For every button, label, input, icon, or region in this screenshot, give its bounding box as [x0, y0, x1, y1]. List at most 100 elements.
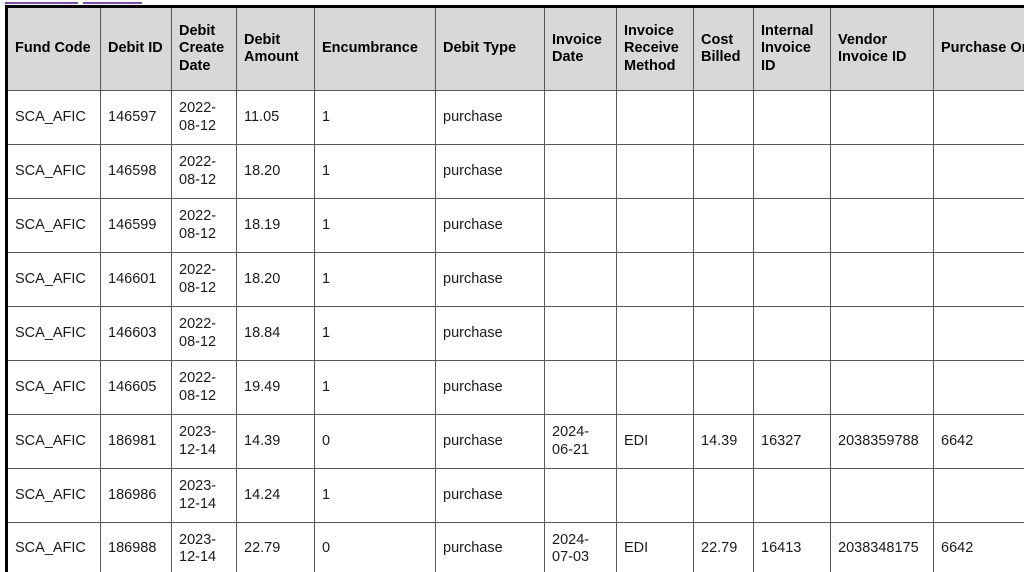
- cell-invoice-date: 2024-07-03: [544, 522, 617, 572]
- cell-debit-type: purchase: [435, 252, 545, 307]
- link-underline-segment-1[interactable]: [5, 2, 78, 4]
- debit-records-table: Fund Code Debit ID Debit Create Date Debit …: [5, 5, 1024, 572]
- cell-debit-amount: 22.79: [236, 522, 315, 572]
- table-row[interactable]: SCA_AFIC 146601 2022-08-12 18.20 1 purchase: [6, 252, 1024, 307]
- cell-fund-code: SCA_AFIC: [6, 252, 101, 307]
- cell-cost-billed: [693, 252, 754, 307]
- cell-encumbrance: 1: [314, 90, 436, 145]
- table-viewport: Fund Code Debit ID Debit Create Date Debit …: [5, 5, 1024, 572]
- cell-invoice-receive-method: [616, 144, 694, 199]
- cell-purchase-order-id: [933, 468, 1024, 523]
- cell-invoice-date: [544, 468, 617, 523]
- cell-invoice-date: [544, 144, 617, 199]
- cell-debit-id: 186986: [100, 468, 172, 523]
- cell-fund-code: SCA_AFIC: [6, 144, 101, 199]
- cell-vendor-invoice-id: [830, 360, 934, 415]
- cell-invoice-date: [544, 252, 617, 307]
- column-header-debit-id[interactable]: Debit ID: [100, 6, 172, 91]
- cell-purchase-order-id: 6642: [933, 414, 1024, 469]
- cell-debit-type: purchase: [435, 360, 545, 415]
- cell-encumbrance: 1: [314, 306, 436, 361]
- cell-invoice-receive-method: [616, 252, 694, 307]
- cell-debit-create-date: 2022-08-12: [171, 360, 237, 415]
- cell-debit-create-date: 2022-08-12: [171, 306, 237, 361]
- cell-debit-type: purchase: [435, 468, 545, 523]
- cell-debit-amount: 14.39: [236, 414, 315, 469]
- cell-encumbrance: 1: [314, 252, 436, 307]
- link-underline-segment-2[interactable]: [83, 2, 142, 4]
- cell-internal-invoice-id: [753, 306, 831, 361]
- table-row[interactable]: SCA_AFIC 146599 2022-08-12 18.19 1 purchase: [6, 198, 1024, 253]
- cell-invoice-date: [544, 360, 617, 415]
- cell-vendor-invoice-id: [830, 252, 934, 307]
- cell-purchase-order-id: [933, 144, 1024, 199]
- cell-encumbrance: 1: [314, 144, 436, 199]
- cell-purchase-order-id: 6642: [933, 522, 1024, 572]
- column-header-debit-type[interactable]: Debit Type: [435, 6, 545, 91]
- cell-purchase-order-id: [933, 198, 1024, 253]
- cell-cost-billed: [693, 468, 754, 523]
- column-header-invoice-date[interactable]: Invoice Date: [544, 6, 617, 91]
- cell-invoice-receive-method: [616, 198, 694, 253]
- table-row[interactable]: SCA_AFIC 186988 2023-12-14 22.79 0 purchase 20…: [6, 522, 1024, 572]
- cell-invoice-date: [544, 306, 617, 361]
- cell-debit-create-date: 2022-08-12: [171, 90, 237, 145]
- cell-debit-amount: 14.24: [236, 468, 315, 523]
- cell-encumbrance: 1: [314, 360, 436, 415]
- cell-purchase-order-id: [933, 306, 1024, 361]
- cell-invoice-receive-method: [616, 306, 694, 361]
- cell-cost-billed: 22.79: [693, 522, 754, 572]
- table-row[interactable]: SCA_AFIC 146605 2022-08-12 19.49 1 purchase: [6, 360, 1024, 415]
- cell-invoice-receive-method: [616, 360, 694, 415]
- cell-debit-type: purchase: [435, 198, 545, 253]
- table-row[interactable]: SCA_AFIC 146597 2022-08-12 11.05 1 purchase: [6, 90, 1024, 145]
- cell-invoice-receive-method: EDI: [616, 522, 694, 572]
- cell-fund-code: SCA_AFIC: [6, 306, 101, 361]
- column-header-vendor-invoice-id[interactable]: Vendor Invoice ID: [830, 6, 934, 91]
- cell-invoice-date: 2024-06-21: [544, 414, 617, 469]
- cell-debit-amount: 18.19: [236, 198, 315, 253]
- cell-invoice-date: [544, 90, 617, 145]
- cell-invoice-date: [544, 198, 617, 253]
- cell-internal-invoice-id: [753, 252, 831, 307]
- table-row[interactable]: SCA_AFIC 186981 2023-12-14 14.39 0 purchase 20…: [6, 414, 1024, 469]
- cell-fund-code: SCA_AFIC: [6, 90, 101, 145]
- table-row[interactable]: SCA_AFIC 146598 2022-08-12 18.20 1 purchase: [6, 144, 1024, 199]
- table-row[interactable]: SCA_AFIC 146603 2022-08-12 18.84 1 purchase: [6, 306, 1024, 361]
- cell-debit-type: purchase: [435, 306, 545, 361]
- cell-debit-id: 146601: [100, 252, 172, 307]
- cell-internal-invoice-id: 16413: [753, 522, 831, 572]
- cell-vendor-invoice-id: 2038348175: [830, 522, 934, 572]
- cell-debit-type: purchase: [435, 414, 545, 469]
- cell-debit-id: 186988: [100, 522, 172, 572]
- column-header-internal-invoice-id[interactable]: Internal Invoice ID: [753, 6, 831, 91]
- table-row[interactable]: SCA_AFIC 186986 2023-12-14 14.24 1 purchase: [6, 468, 1024, 523]
- cell-debit-id: 186981: [100, 414, 172, 469]
- column-header-cost-billed[interactable]: Cost Billed: [693, 6, 754, 91]
- cell-invoice-receive-method: [616, 468, 694, 523]
- cell-encumbrance: 1: [314, 468, 436, 523]
- cell-purchase-order-id: [933, 90, 1024, 145]
- cell-internal-invoice-id: [753, 198, 831, 253]
- column-header-debit-amount[interactable]: Debit Amount: [236, 6, 315, 91]
- column-header-encumbrance[interactable]: Encumbrance: [314, 6, 436, 91]
- cell-debit-type: purchase: [435, 522, 545, 572]
- column-header-purchase-order-id[interactable]: Purchase Order ID: [933, 6, 1024, 91]
- cell-internal-invoice-id: 16327: [753, 414, 831, 469]
- cell-debit-id: 146605: [100, 360, 172, 415]
- cell-debit-amount: 18.20: [236, 252, 315, 307]
- cell-invoice-receive-method: EDI: [616, 414, 694, 469]
- cell-vendor-invoice-id: [830, 90, 934, 145]
- cell-internal-invoice-id: [753, 144, 831, 199]
- cell-debit-type: purchase: [435, 144, 545, 199]
- column-header-fund-code[interactable]: Fund Code: [6, 6, 101, 91]
- cell-internal-invoice-id: [753, 90, 831, 145]
- column-header-invoice-receive-method[interactable]: Invoice Receive Method: [616, 6, 694, 91]
- cell-encumbrance: 1: [314, 198, 436, 253]
- cell-debit-type: purchase: [435, 90, 545, 145]
- cell-debit-create-date: 2023-12-14: [171, 522, 237, 572]
- cell-internal-invoice-id: [753, 360, 831, 415]
- cell-vendor-invoice-id: 2038359788: [830, 414, 934, 469]
- column-header-debit-create-date[interactable]: Debit Create Date: [171, 6, 237, 91]
- cell-debit-id: 146598: [100, 144, 172, 199]
